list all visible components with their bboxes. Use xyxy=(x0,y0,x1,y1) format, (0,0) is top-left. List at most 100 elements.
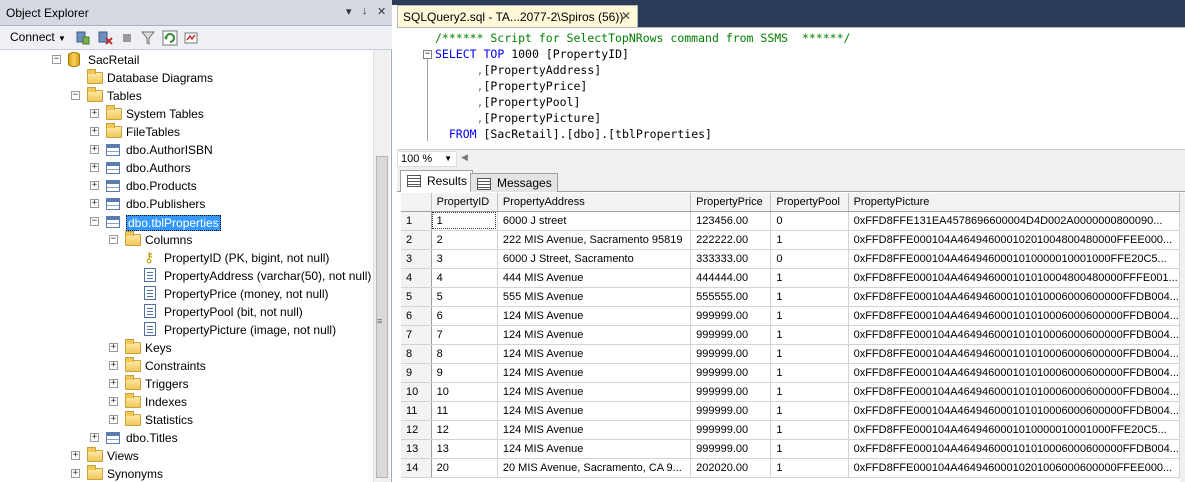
table-row[interactable]: 4 4 444 MIS Avenue 444444.00 1 0xFFD8FFE00010… xyxy=(401,268,1180,288)
column-header[interactable]: PropertyID xyxy=(431,193,498,212)
table-cell[interactable]: 123456.00 xyxy=(690,211,772,231)
table-row[interactable]: 7 7 124 MIS Avenue 999999.00 1 0xFFD8FFE00010… xyxy=(401,325,1180,345)
table-cell[interactable]: 1 xyxy=(770,306,849,326)
table-cell[interactable]: 124 MIS Avenue xyxy=(497,401,692,421)
expand-node-icon[interactable]: + xyxy=(90,163,99,172)
table-cell[interactable]: 999999.00 xyxy=(690,401,772,421)
results-scrollbar[interactable] xyxy=(1180,193,1185,482)
table-cell[interactable]: 999999.00 xyxy=(690,382,772,402)
expand-node-icon[interactable]: + xyxy=(90,109,99,118)
table-cell[interactable]: 3 xyxy=(431,249,498,269)
table-row[interactable]: 14 20 20 MIS Avenue, Sacramento, CA 9... 20… xyxy=(401,458,1180,478)
table-cell[interactable]: 124 MIS Avenue xyxy=(497,363,692,383)
table-cell[interactable]: 999999.00 xyxy=(690,344,772,364)
table-cell[interactable]: 11 xyxy=(431,401,498,421)
tree-node[interactable]: + Constraints xyxy=(0,357,372,375)
window-position-dropdown-icon[interactable]: ▾ xyxy=(346,5,352,18)
column-header[interactable]: PropertyPool xyxy=(770,193,849,212)
table-cell[interactable]: 0xFFD8FFE131EA4578696600004D4D002A000000… xyxy=(848,211,1180,231)
expand-node-icon[interactable]: + xyxy=(90,199,99,208)
table-row[interactable]: 6 6 124 MIS Avenue 999999.00 1 0xFFD8FFE00010… xyxy=(401,306,1180,326)
tree-node[interactable]: + Views xyxy=(0,447,372,465)
collapse-node-icon[interactable]: − xyxy=(71,91,80,100)
table-row[interactable]: 11 11 124 MIS Avenue 999999.00 1 0xFFD8FFE000… xyxy=(401,401,1180,421)
table-cell[interactable]: 5 xyxy=(431,287,498,307)
expand-node-icon[interactable]: + xyxy=(109,361,118,370)
filter-icon[interactable] xyxy=(140,30,156,46)
table-cell[interactable]: 124 MIS Avenue xyxy=(497,382,692,402)
tree-node[interactable]: + Statistics xyxy=(0,411,372,429)
tab-results[interactable]: Results xyxy=(400,170,474,192)
row-number-header[interactable] xyxy=(401,193,432,212)
table-cell[interactable]: 12 xyxy=(431,420,498,440)
table-cell[interactable]: 124 MIS Avenue xyxy=(497,420,692,440)
tree-node[interactable]: + dbo.Publishers xyxy=(0,195,372,213)
table-cell[interactable]: 0xFFD8FFE000104A464946000101010004800480… xyxy=(848,268,1180,288)
table-cell[interactable]: 124 MIS Avenue xyxy=(497,325,692,345)
table-cell[interactable]: 1 xyxy=(770,401,849,421)
tree-node[interactable]: + System Tables xyxy=(0,105,372,123)
chevron-down-icon[interactable]: ▼ xyxy=(444,152,452,166)
collapse-node-icon[interactable]: − xyxy=(109,235,118,244)
table-cell[interactable]: 0 xyxy=(770,249,849,269)
disconnect-icon[interactable] xyxy=(97,30,113,46)
row-number-cell[interactable]: 1 xyxy=(401,211,432,231)
table-cell[interactable]: 1 xyxy=(770,458,849,478)
tree-node[interactable]: PropertyPrice (money, not null) xyxy=(0,285,372,303)
table-cell[interactable]: 1 xyxy=(770,363,849,383)
table-cell[interactable]: 1 xyxy=(770,287,849,307)
table-cell[interactable]: 0xFFD8FFE000104A464946000101010006000600… xyxy=(848,287,1180,307)
table-cell[interactable]: 124 MIS Avenue xyxy=(497,306,692,326)
table-cell[interactable]: 1 xyxy=(770,420,849,440)
object-explorer-scrollbar[interactable]: ≡ xyxy=(373,50,390,482)
expand-node-icon[interactable]: + xyxy=(90,127,99,136)
table-cell[interactable]: 9 xyxy=(431,363,498,383)
tree-node[interactable]: + Triggers xyxy=(0,375,372,393)
tree-node[interactable]: ⚷ PropertyID (PK, bigint, not null) xyxy=(0,249,372,267)
table-cell[interactable]: 0xFFD8FFE000104A464946000101010006000600… xyxy=(848,306,1180,326)
table-cell[interactable]: 0xFFD8FFE000104A464946000101010006000600… xyxy=(848,439,1180,459)
expand-node-icon[interactable]: + xyxy=(109,343,118,352)
expand-node-icon[interactable]: + xyxy=(90,181,99,190)
table-cell[interactable]: 8 xyxy=(431,344,498,364)
expand-node-icon[interactable]: + xyxy=(109,397,118,406)
column-header[interactable]: PropertyAddress xyxy=(497,193,692,212)
sql-editor[interactable]: − /****** Script for SelectTopNRows comm… xyxy=(397,27,1185,150)
tree-node[interactable]: + dbo.Products xyxy=(0,177,372,195)
table-cell[interactable]: 0xFFD8FFE000104A464946000102010060006000… xyxy=(848,458,1180,478)
table-cell[interactable]: 222 MIS Avenue, Sacramento 95819 xyxy=(497,230,692,250)
row-number-cell[interactable]: 13 xyxy=(401,439,432,459)
row-number-cell[interactable]: 14 xyxy=(401,458,432,478)
row-number-cell[interactable]: 3 xyxy=(401,249,432,269)
tree-node[interactable]: + Indexes xyxy=(0,393,372,411)
connect-button[interactable]: Connect ▼ xyxy=(10,30,66,44)
refresh-icon[interactable] xyxy=(162,30,178,46)
row-number-cell[interactable]: 5 xyxy=(401,287,432,307)
table-cell[interactable]: 555 MIS Avenue xyxy=(497,287,692,307)
table-row[interactable]: 10 10 124 MIS Avenue 999999.00 1 0xFFD8FFE000… xyxy=(401,382,1180,402)
table-row[interactable]: 1 1 6000 J street 123456.00 0 0xFFD8FFE131EA4… xyxy=(401,211,1180,231)
tree-node[interactable]: PropertyAddress (varchar(50), not null) xyxy=(0,267,372,285)
collapse-node-icon[interactable]: − xyxy=(52,55,61,64)
table-cell[interactable]: 999999.00 xyxy=(690,420,772,440)
tree-node[interactable]: − dbo.tblProperties xyxy=(0,213,372,231)
collapse-node-icon[interactable]: − xyxy=(90,217,99,226)
table-row[interactable]: 9 9 124 MIS Avenue 999999.00 1 0xFFD8FFE00010… xyxy=(401,363,1180,383)
row-number-cell[interactable]: 8 xyxy=(401,344,432,364)
row-number-cell[interactable]: 9 xyxy=(401,363,432,383)
tree-node[interactable]: PropertyPool (bit, not null) xyxy=(0,303,372,321)
row-number-cell[interactable]: 4 xyxy=(401,268,432,288)
tree-node[interactable]: + dbo.Titles xyxy=(0,429,372,447)
table-cell[interactable]: 124 MIS Avenue xyxy=(497,344,692,364)
table-cell[interactable]: 10 xyxy=(431,382,498,402)
table-row[interactable]: 5 5 555 MIS Avenue 555555.00 1 0xFFD8FFE00010… xyxy=(401,287,1180,307)
activity-monitor-icon[interactable] xyxy=(184,30,200,46)
table-cell[interactable]: 0 xyxy=(770,211,849,231)
table-cell[interactable]: 0xFFD8FFE000104A464946000101000001000100… xyxy=(848,249,1180,269)
table-cell[interactable]: 1 xyxy=(770,439,849,459)
expand-node-icon[interactable]: + xyxy=(109,379,118,388)
table-cell[interactable]: 1 xyxy=(770,325,849,345)
row-number-cell[interactable]: 6 xyxy=(401,306,432,326)
scroll-left-arrow-icon[interactable]: ◀ xyxy=(461,152,468,163)
table-row[interactable]: 13 13 124 MIS Avenue 999999.00 1 0xFFD8FFE000… xyxy=(401,439,1180,459)
